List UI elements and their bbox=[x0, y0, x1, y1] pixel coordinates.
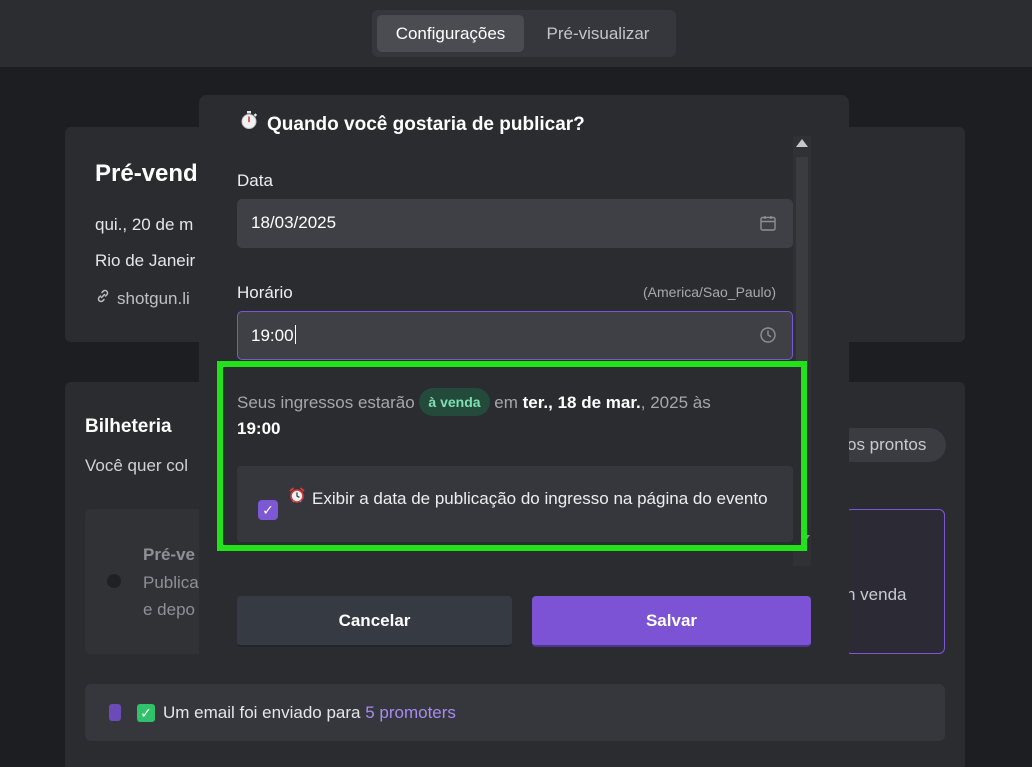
modal-title: Quando você gostaria de publicar? bbox=[239, 110, 585, 136]
email-notice: ✓ Um email foi enviado para 5 promoters bbox=[85, 684, 945, 741]
scroll-thumb[interactable] bbox=[796, 157, 808, 367]
option-selected[interactable]: n venda bbox=[845, 509, 945, 654]
option-text: n venda bbox=[846, 585, 907, 604]
timezone-label: (America/Sao_Paulo) bbox=[643, 284, 777, 300]
promoters-link[interactable]: 5 promoters bbox=[365, 703, 456, 722]
view-switcher: Configurações Pré-visualizar bbox=[372, 10, 676, 57]
tag-icon bbox=[109, 704, 121, 721]
tab-settings[interactable]: Configurações bbox=[377, 15, 524, 52]
stopwatch-icon bbox=[239, 110, 261, 136]
time-label: Horário bbox=[237, 283, 293, 302]
time-value: 19:00 bbox=[251, 325, 296, 345]
option-line: e depo bbox=[143, 600, 195, 619]
tab-preview[interactable]: Pré-visualizar bbox=[528, 15, 668, 52]
link-icon bbox=[95, 288, 111, 309]
summary-time: 19:00 bbox=[237, 419, 281, 438]
date-label: Data bbox=[237, 171, 273, 190]
notice-text: Um email foi enviado para 5 promoters bbox=[163, 703, 456, 722]
date-field[interactable]: 18/03/2025 bbox=[237, 199, 793, 248]
event-city: Rio de Janeir bbox=[95, 251, 196, 270]
time-field[interactable]: 19:00 bbox=[237, 311, 793, 360]
option-line: Publica bbox=[143, 573, 199, 592]
option-radio[interactable] bbox=[107, 574, 121, 588]
publication-summary-highlight: Seus ingressos estarão à venda em ter., … bbox=[217, 361, 807, 551]
event-link[interactable]: shotgun.li bbox=[95, 288, 190, 309]
date-value: 18/03/2025 bbox=[251, 213, 337, 232]
show-date-label: Exibir a data de publicação do ingresso … bbox=[288, 485, 768, 512]
on-sale-badge: à venda bbox=[419, 388, 490, 416]
alarm-clock-icon bbox=[288, 485, 308, 512]
event-date: qui., 20 de m bbox=[95, 215, 194, 234]
cancel-button[interactable]: Cancelar bbox=[237, 596, 512, 647]
summary-line: Seus ingressos estarão à venda em ter., … bbox=[237, 388, 711, 416]
event-link-text: shotgun.li bbox=[117, 289, 190, 308]
option-title: Pré-ve bbox=[143, 545, 195, 564]
summary-date: ter., 18 de mar. bbox=[522, 393, 641, 412]
text-caret bbox=[294, 325, 296, 344]
ticketing-subtitle: Você quer col bbox=[85, 456, 189, 475]
event-title: Pré-vend bbox=[95, 160, 198, 187]
save-button[interactable]: Salvar bbox=[532, 596, 811, 647]
show-date-option[interactable]: ✓ Exibir a data de publicação do ingress… bbox=[237, 466, 793, 542]
show-date-checkbox[interactable]: ✓ bbox=[258, 500, 278, 520]
scroll-up-arrow-icon[interactable] bbox=[796, 139, 808, 147]
clock-icon[interactable] bbox=[759, 326, 777, 344]
check-icon: ✓ bbox=[137, 704, 155, 722]
publish-modal: Quando você gostaria de publicar? Data 1… bbox=[199, 95, 849, 681]
top-bar: Configurações Pré-visualizar bbox=[0, 0, 1032, 67]
calendar-icon[interactable] bbox=[759, 214, 777, 232]
ticketing-title: Bilheteria bbox=[85, 416, 172, 437]
